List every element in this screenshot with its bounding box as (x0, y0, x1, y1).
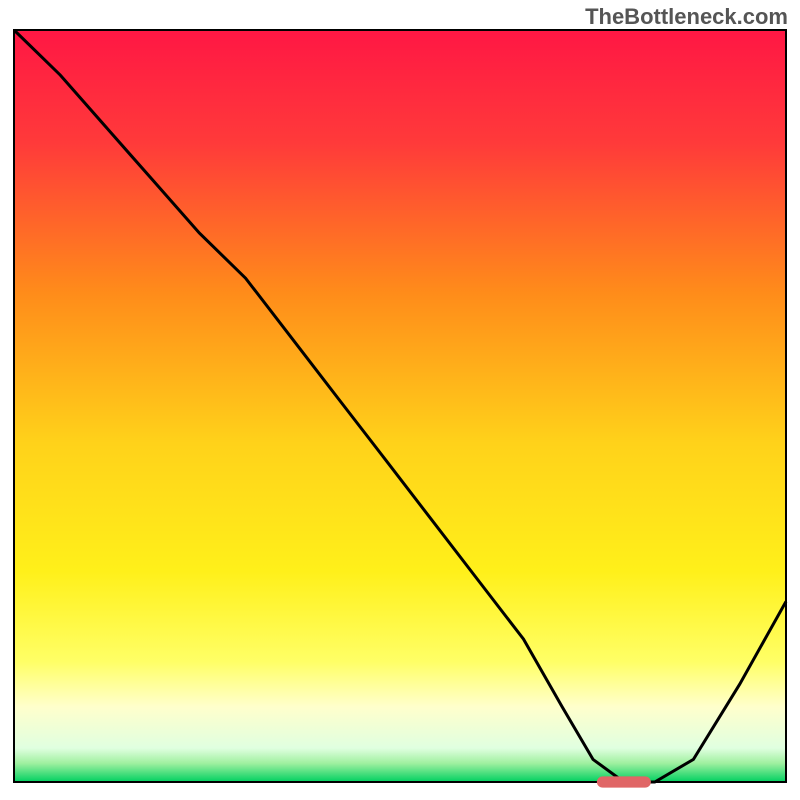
bottleneck-chart: TheBottleneck.com (0, 0, 800, 800)
optimal-marker (597, 776, 651, 787)
plot-background (14, 30, 786, 782)
attribution-text: TheBottleneck.com (585, 4, 788, 30)
chart-svg (0, 0, 800, 800)
